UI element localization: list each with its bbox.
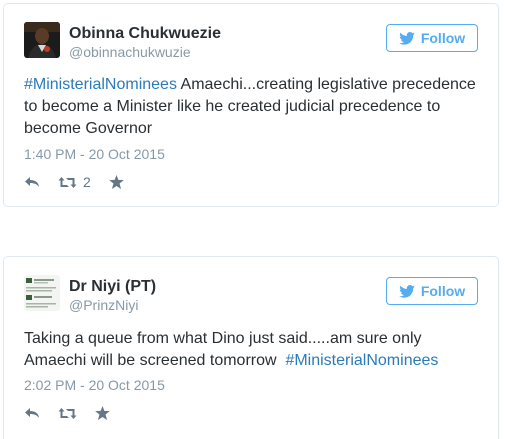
retweet-count: 2 (83, 174, 91, 190)
display-name[interactable]: Obinna Chukwuezie (69, 25, 221, 43)
twitter-bird-icon (399, 31, 415, 45)
follow-label: Follow (420, 30, 466, 46)
user-names: Obinna Chukwuezie @obinnachukwuzie (69, 25, 221, 61)
retweet-button[interactable]: 2 (58, 174, 91, 190)
tweet-text: Taking a queue from what Dino just said.… (24, 328, 478, 372)
tweet-actions: 2 (24, 172, 142, 192)
favorite-button[interactable] (95, 406, 110, 420)
avatar[interactable] (24, 275, 60, 311)
tweet-card: Obinna Chukwuezie @obinnachukwuzie Follo… (3, 3, 499, 207)
tweet-actions (24, 403, 128, 423)
reply-icon (25, 177, 39, 187)
follow-label: Follow (420, 283, 466, 299)
user-names: Dr Niyi (PT) @PrinzNiyi (69, 278, 156, 314)
follow-button[interactable]: Follow (386, 24, 478, 52)
avatar[interactable] (24, 22, 60, 58)
retweet-icon (58, 407, 77, 419)
follow-button[interactable]: Follow (386, 277, 478, 305)
display-name[interactable]: Dr Niyi (PT) (69, 278, 156, 296)
reply-icon (25, 408, 39, 418)
favorite-button[interactable] (108, 175, 124, 189)
tweet-timestamp[interactable]: 2:02 PM - 20 Oct 2015 (24, 377, 165, 393)
hashtag-link[interactable]: #MinisterialNominees (285, 352, 438, 369)
handle[interactable]: @PrinzNiyi (69, 297, 156, 314)
reply-button[interactable] (24, 175, 40, 189)
reply-button[interactable] (24, 406, 40, 420)
hashtag-link[interactable]: #MinisterialNominees (24, 76, 177, 93)
favorite-star-icon (108, 175, 124, 189)
retweet-icon (58, 176, 77, 188)
twitter-bird-icon (399, 284, 415, 298)
tweet-header: Dr Niyi (PT) @PrinzNiyi Follow (24, 275, 480, 315)
tweet-timestamp[interactable]: 1:40 PM - 20 Oct 2015 (24, 146, 165, 162)
handle[interactable]: @obinnachukwuzie (69, 44, 221, 61)
favorite-star-icon (95, 406, 110, 420)
tweet-header: Obinna Chukwuezie @obinnachukwuzie Follo… (24, 22, 480, 62)
tweet-text: #MinisterialNominees Amaechi...creating … (24, 74, 478, 140)
retweet-button[interactable] (58, 407, 77, 420)
tweet-card: Dr Niyi (PT) @PrinzNiyi Follow Taking a … (3, 256, 499, 439)
